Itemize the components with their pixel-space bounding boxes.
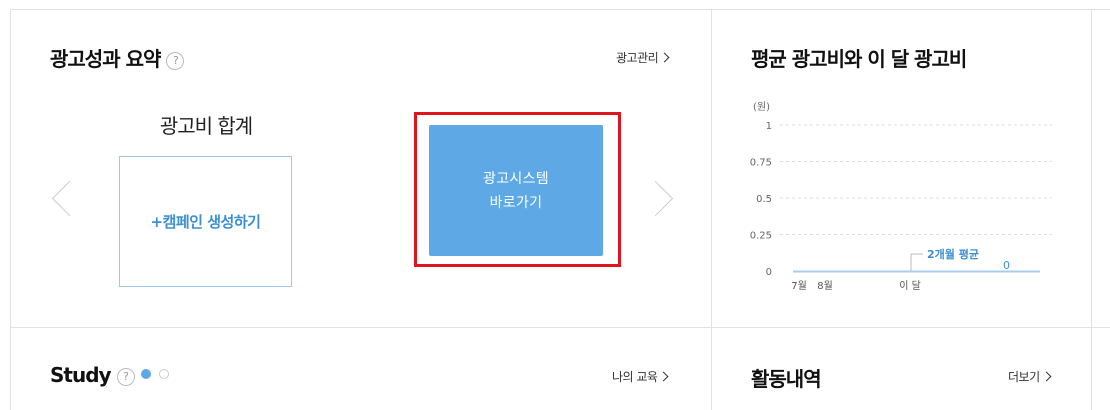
y-tick-label: 0 bbox=[766, 267, 772, 278]
study-title: Study bbox=[50, 363, 112, 387]
spend-chart: (원) 1 0.75 0.5 0.25 0 2개월 평균 0 7월 8월 이 달 bbox=[750, 101, 1052, 292]
more-link-label: 더보기 bbox=[1008, 370, 1040, 384]
avg-label: 2개월 평균 bbox=[927, 247, 979, 261]
divider-vertical-1 bbox=[711, 9, 712, 410]
x-tick-labels: 7월 8월 이 달 bbox=[791, 280, 921, 292]
help-icon[interactable]: ? bbox=[116, 367, 135, 386]
y-tick-label: 1 bbox=[766, 121, 772, 132]
y-unit-label: (원) bbox=[753, 101, 770, 113]
x-tick-label: 7월 bbox=[791, 280, 807, 292]
divider-vertical-2 bbox=[1091, 9, 1092, 410]
spend-chart-title: 평균 광고비와 이 달 광고비 bbox=[751, 47, 967, 71]
ad-manage-link-label: 광고관리 bbox=[616, 51, 659, 65]
create-campaign-button[interactable]: +캠페인 생성하기 bbox=[119, 156, 292, 287]
help-icon[interactable]: ? bbox=[166, 51, 185, 70]
summary-title-wrap: 광고성과 요약? bbox=[50, 43, 185, 72]
y-tick-label: 0.25 bbox=[750, 231, 772, 242]
spend-total-label: 광고비 합계 bbox=[159, 114, 253, 138]
chevron-right-icon bbox=[1041, 371, 1052, 382]
current-value-label: 0 bbox=[1003, 259, 1010, 272]
chevron-right-icon bbox=[659, 52, 670, 63]
carousel-dot[interactable] bbox=[159, 369, 169, 379]
more-link[interactable]: 더보기 bbox=[1008, 368, 1052, 385]
y-tick-label: 0.5 bbox=[756, 194, 772, 205]
chart-grid bbox=[780, 124, 1052, 235]
activity-title: 활동내역 bbox=[751, 367, 822, 391]
ad-manage-link[interactable]: 광고관리 bbox=[616, 49, 670, 66]
my-education-link-label: 나의 교육 bbox=[612, 370, 658, 384]
go-ad-system-button[interactable]: 광고시스템 바로가기 bbox=[429, 125, 603, 256]
go-ad-system-line2: 바로가기 bbox=[489, 194, 543, 211]
summary-title: 광고성과 요약 bbox=[50, 47, 161, 71]
chevron-right-icon bbox=[659, 371, 669, 382]
x-tick-label: 8월 bbox=[817, 280, 833, 292]
study-title-wrap: Study? bbox=[50, 363, 135, 387]
y-tick-labels: 1 0.75 0.5 0.25 0 bbox=[750, 121, 772, 278]
go-ad-system-line1: 광고시스템 bbox=[483, 170, 549, 187]
create-campaign-label: +캠페인 생성하기 bbox=[150, 213, 261, 231]
divider-horizontal bbox=[10, 327, 1110, 328]
y-tick-label: 0.75 bbox=[750, 158, 772, 169]
my-education-link[interactable]: 나의 교육 bbox=[612, 368, 669, 385]
carousel-dot-active[interactable] bbox=[141, 369, 151, 379]
x-tick-label: 이 달 bbox=[899, 280, 921, 292]
